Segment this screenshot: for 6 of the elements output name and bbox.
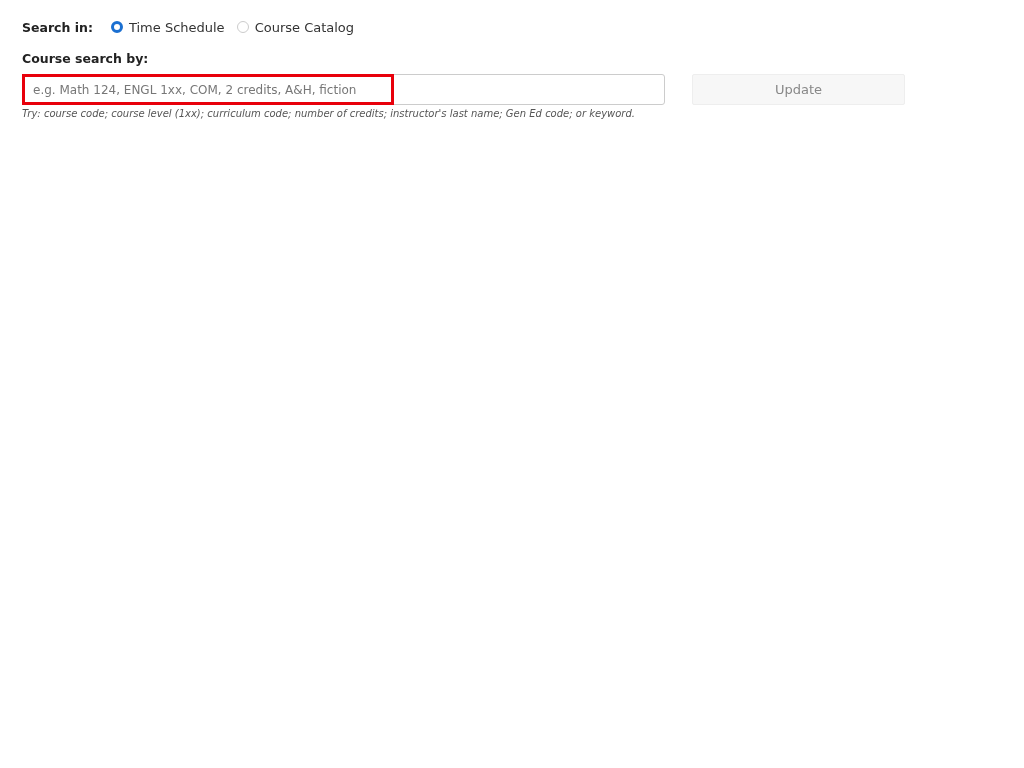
course-search-label: Course search by:	[22, 51, 150, 66]
search-hint: Try: course code; course level (1xx); curriculum code; number of credits; instructor's last name; Gen Ed code; or keyword.	[22, 108, 636, 119]
radio-option[interactable]: Time Schedule	[110, 19, 225, 35]
radio-icon[interactable]	[110, 21, 123, 33]
radio-option[interactable]: Course Catalog	[236, 19, 355, 35]
search-in-label: Search in:	[22, 19, 93, 35]
